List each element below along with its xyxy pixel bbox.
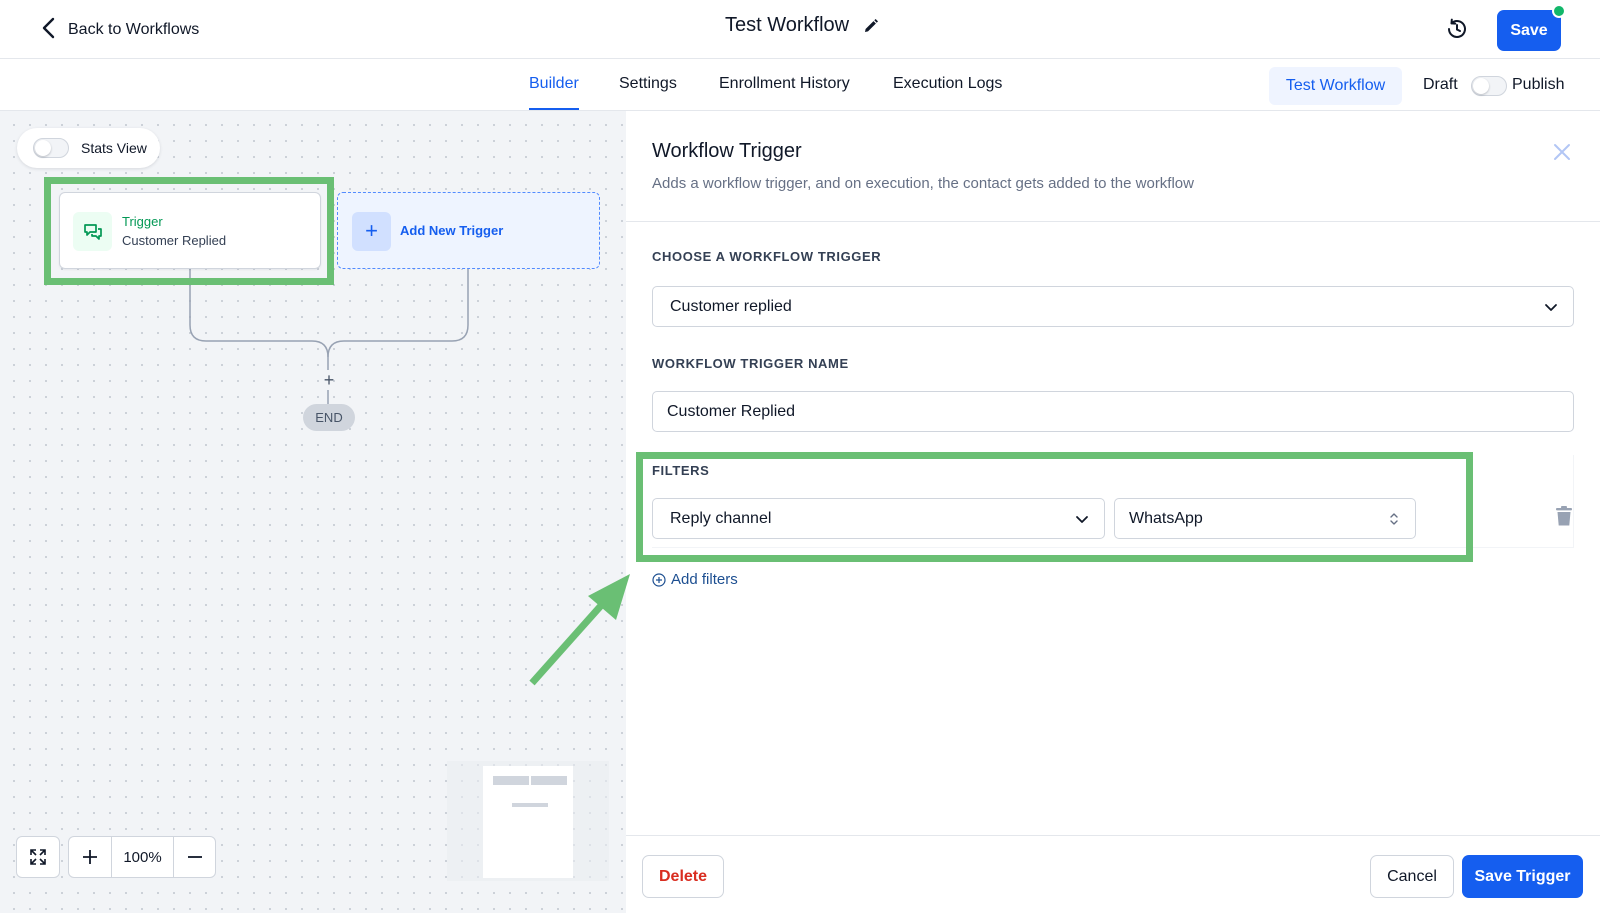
expand-icon[interactable] (17, 837, 59, 877)
tab-execution-logs[interactable]: Execution Logs (893, 59, 1002, 110)
panel-description: Adds a workflow trigger, and on executio… (652, 175, 1194, 192)
filters-highlight-annotation (636, 452, 1473, 562)
add-filters-label: Add filters (671, 571, 738, 588)
history-icon[interactable] (1444, 16, 1470, 42)
pencil-icon[interactable] (863, 18, 879, 34)
delete-button[interactable]: Delete (642, 855, 724, 898)
plus-icon: + (352, 212, 391, 251)
minimap[interactable] (447, 761, 609, 881)
workflow-title: Test Workflow (725, 14, 850, 36)
add-new-trigger-node[interactable]: + Add New Trigger (337, 192, 600, 269)
plus-circle-icon (652, 572, 666, 587)
fit-view-control (16, 836, 60, 878)
minimap-block (531, 776, 567, 785)
publish-label: Publish (1512, 76, 1565, 93)
workflow-title-group: Test Workflow (725, 14, 879, 37)
draft-label: Draft (1423, 76, 1458, 93)
trigger-node[interactable]: Trigger Customer Replied (59, 192, 321, 269)
cancel-button[interactable]: Cancel (1370, 855, 1454, 898)
minimap-page (483, 766, 573, 878)
flow-connectors (189, 269, 469, 404)
publish-toggle[interactable] (1471, 76, 1507, 96)
panel-footer: Delete Cancel Save Trigger (626, 835, 1600, 913)
test-workflow-button[interactable]: Test Workflow (1269, 67, 1402, 105)
save-trigger-button[interactable]: Save Trigger (1462, 855, 1583, 898)
zoom-control: 100% (68, 836, 216, 878)
stats-view-control: Stats View (17, 128, 160, 168)
minimap-block (493, 776, 529, 785)
save-button[interactable]: Save (1497, 10, 1561, 51)
trigger-name-label: WORKFLOW TRIGGER NAME (652, 356, 849, 371)
trigger-type-select[interactable]: Customer replied (652, 286, 1574, 327)
panel-title: Workflow Trigger (652, 140, 802, 162)
chat-bubbles-icon (73, 212, 112, 251)
close-icon[interactable] (1552, 142, 1572, 162)
toggle-knob (1473, 78, 1489, 94)
trigger-type-value: Customer replied (670, 298, 792, 315)
zoom-in-button[interactable] (69, 837, 111, 877)
stats-view-toggle[interactable] (33, 138, 69, 158)
chevron-left-icon (40, 17, 58, 44)
trigger-name-wrapper (652, 391, 1574, 432)
tab-builder[interactable]: Builder (529, 59, 579, 110)
back-to-workflows-link[interactable]: Back to Workflows (40, 16, 199, 44)
tab-enrollment-history[interactable]: Enrollment History (719, 59, 850, 110)
add-filters-link[interactable]: Add filters (652, 571, 738, 588)
trigger-node-subtitle: Customer Replied (122, 233, 227, 248)
panel-header: Workflow Trigger Adds a workflow trigger… (626, 111, 1600, 222)
minimap-block (512, 803, 548, 807)
chevron-down-icon (1545, 304, 1557, 311)
zoom-out-button[interactable] (173, 837, 215, 877)
tab-settings[interactable]: Settings (619, 59, 677, 110)
choose-trigger-label: CHOOSE A WORKFLOW TRIGGER (652, 249, 882, 264)
trash-icon[interactable] (1554, 505, 1574, 527)
add-step-button[interactable]: + (319, 370, 339, 390)
end-node: END (303, 404, 355, 431)
add-new-trigger-label: Add New Trigger (400, 223, 504, 238)
trigger-node-title: Trigger (122, 214, 163, 229)
status-dot (1552, 4, 1566, 18)
workflow-canvas[interactable]: Stats View Trigger Customer Replied + Ad… (0, 111, 626, 913)
trigger-name-input[interactable] (652, 391, 1574, 432)
zoom-level: 100% (111, 837, 173, 877)
tab-bar: Builder Settings Enrollment History Exec… (0, 59, 1600, 111)
stats-view-label: Stats View (81, 140, 147, 156)
back-label: Back to Workflows (68, 21, 200, 38)
toggle-knob (35, 140, 51, 156)
top-bar: Back to Workflows Test Workflow Save (0, 0, 1600, 59)
